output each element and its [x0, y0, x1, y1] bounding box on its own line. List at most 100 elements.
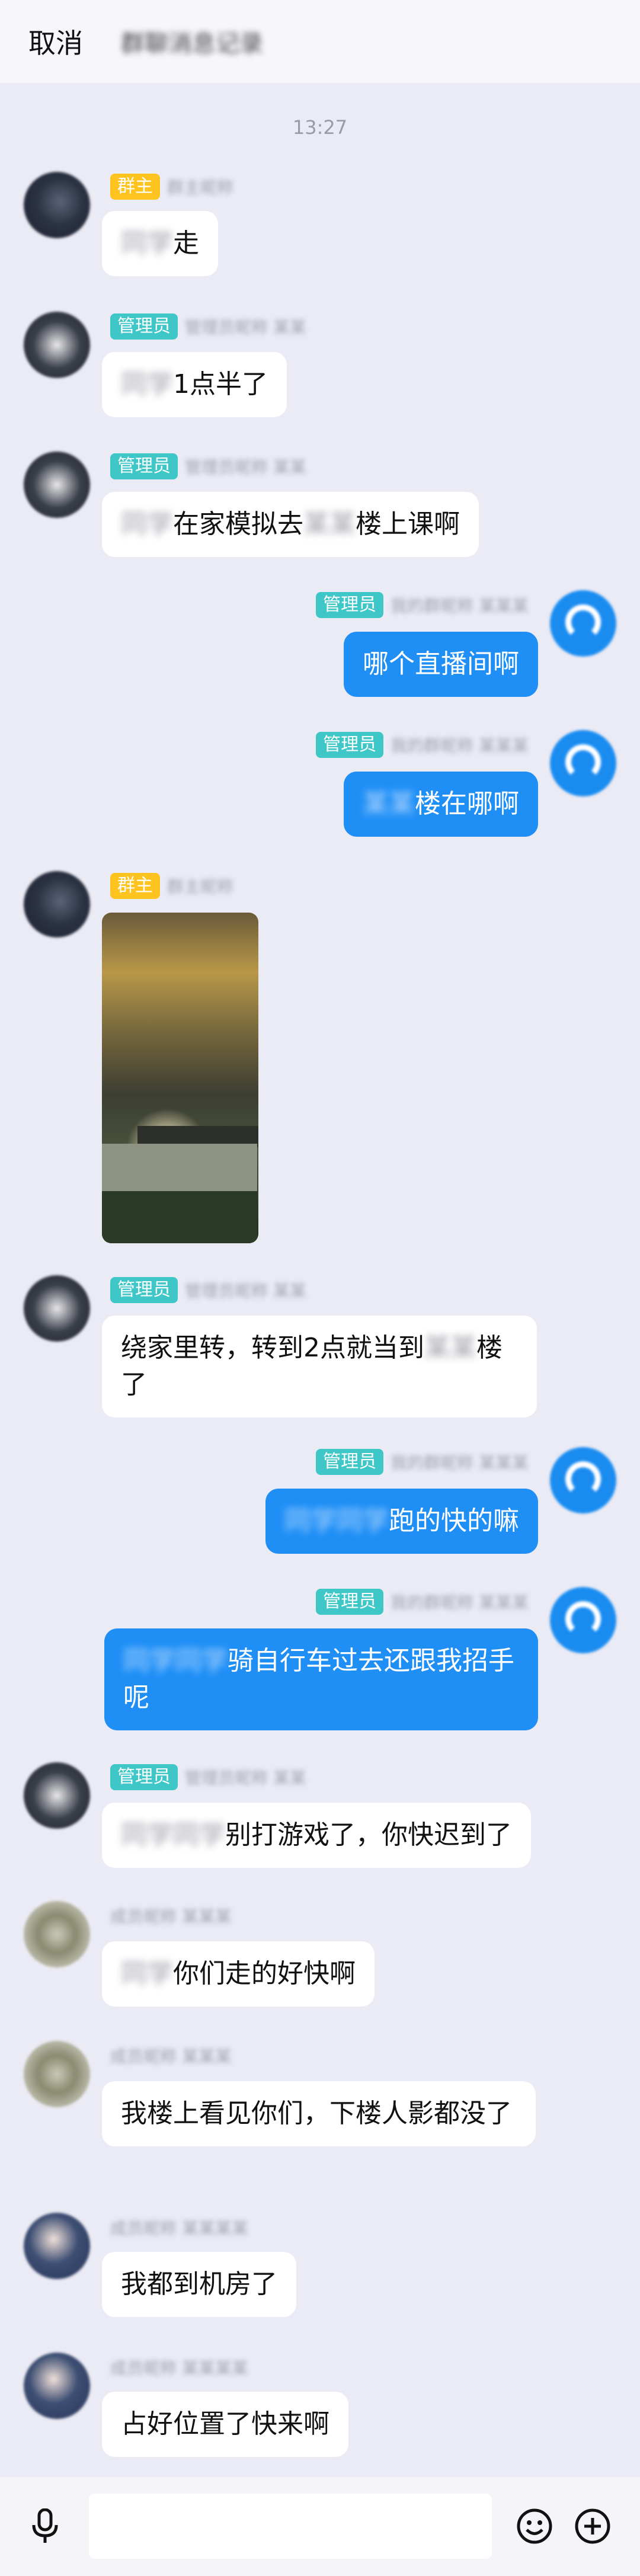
sender-meta: 成员昵称 某某某某	[110, 2214, 255, 2241]
admin-badge: 管理员	[110, 1277, 178, 1303]
admin-badge: 管理员	[316, 732, 384, 758]
message-text: 我楼上看见你们，下楼人影都没了	[121, 2098, 512, 2129]
sender-nickname: 我的群昵称 某某某	[391, 1593, 529, 1612]
plus-icon[interactable]	[569, 2503, 616, 2550]
sender-meta: 成员昵称 某某某某	[110, 2354, 255, 2381]
sender-nickname: 群主昵称	[167, 877, 234, 897]
message-timestamp: 13:27	[292, 116, 348, 139]
message-bubble[interactable]: 同学在家模拟去某某楼上课啊	[102, 492, 479, 557]
message-bubble[interactable]: 同学同学跑的快的嘛	[265, 1489, 538, 1554]
message-input[interactable]	[89, 2494, 492, 2559]
microphone-icon[interactable]	[21, 2503, 69, 2550]
sender-meta: 管理员 我的群昵称 某某某	[316, 1448, 536, 1476]
message-bubble[interactable]: 同学同学骑自行车过去还跟我招手呢	[104, 1628, 538, 1730]
admin-badge: 管理员	[110, 313, 178, 340]
message-bubble[interactable]: 绕家里转，转到2点就当到某某楼了	[102, 1316, 537, 1417]
cancel-button[interactable]: 取消	[28, 22, 83, 61]
photo-plaza	[102, 1144, 257, 1191]
message-bubble[interactable]: 同学你们走的好快啊	[102, 1941, 375, 2007]
chat-title: 群聊消息记录	[121, 30, 263, 57]
sender-meta: 管理员 管理员昵称 某某	[110, 313, 313, 340]
message-bubble[interactable]: 我楼上看见你们，下楼人影都没了	[102, 2081, 536, 2146]
message-blurred-text: 同学同学	[121, 1820, 225, 1850]
sender-nickname: 成员昵称 某某某某	[110, 2219, 248, 2238]
message-photo[interactable]	[102, 913, 258, 1243]
message-bubble[interactable]: 同学同学别打游戏了，你快迟到了	[102, 1803, 531, 1868]
admin-badge: 管理员	[316, 1449, 384, 1475]
message-blurred-text: 同学同学	[123, 1646, 228, 1676]
message-bubble[interactable]: 我都到机房了	[102, 2252, 296, 2317]
admin-badge: 管理员	[316, 592, 384, 618]
message-text: 我都到机房了	[121, 2269, 277, 2299]
message-blurred-text: 某某	[424, 1333, 476, 1363]
message-blurred-text: 同学	[121, 228, 173, 258]
message-blurred-text: 同学	[121, 369, 173, 399]
admin-badge: 管理员	[110, 1764, 178, 1790]
sender-meta: 成员昵称 某某某	[110, 1902, 239, 1929]
sender-nickname: 管理员昵称 某某	[185, 457, 306, 477]
input-bar	[0, 2477, 640, 2576]
avatar[interactable]	[24, 312, 90, 378]
avatar[interactable]	[24, 452, 90, 518]
message-text: 别打游戏了，你快迟到了	[225, 1820, 512, 1850]
sender-nickname: 成员昵称 某某某	[110, 2047, 232, 2066]
photo-hedge	[102, 1191, 257, 1243]
message-text: 绕家里转，转到2点就当到	[121, 1333, 424, 1363]
avatar[interactable]	[24, 2213, 90, 2279]
avatar[interactable]	[24, 1901, 90, 1967]
owner-badge: 群主	[110, 873, 160, 899]
avatar[interactable]	[24, 1275, 90, 1342]
avatar[interactable]	[24, 2041, 90, 2107]
sender-meta: 群主 群主昵称	[110, 173, 241, 200]
message-text: 楼上课啊	[356, 509, 460, 539]
message-blurred-text: 某某	[303, 509, 356, 539]
sender-meta: 管理员 我的群昵称 某某某	[316, 731, 536, 759]
sender-nickname: 群主昵称	[167, 178, 234, 197]
sender-nickname: 我的群昵称 某某某	[391, 736, 529, 756]
message-text: 在家模拟去	[173, 509, 303, 539]
message-bubble[interactable]: 同学走	[102, 211, 218, 276]
admin-badge: 管理员	[110, 453, 178, 479]
top-bar: 取消 群聊消息记录	[0, 0, 640, 83]
avatar[interactable]	[24, 2353, 90, 2419]
owner-badge: 群主	[110, 174, 160, 200]
message-text: 占好位置了快来啊	[121, 2409, 329, 2439]
message-text: 哪个直播间啊	[363, 649, 519, 679]
avatar[interactable]	[24, 172, 90, 238]
message-blurred-text: 同学	[121, 1959, 173, 1989]
message-text: 1点半了	[173, 369, 268, 399]
sender-meta: 管理员 管理员昵称 某某	[110, 1764, 313, 1791]
message-text: 走	[173, 228, 199, 258]
sender-nickname: 成员昵称 某某某某	[110, 2359, 248, 2378]
message-blurred-text: 某某	[363, 789, 415, 819]
admin-badge: 管理员	[316, 1589, 384, 1615]
avatar[interactable]	[24, 871, 90, 937]
sender-nickname: 管理员昵称 某某	[185, 1281, 306, 1301]
my-avatar[interactable]	[550, 1587, 616, 1653]
sender-nickname: 我的群昵称 某某某	[391, 1453, 529, 1473]
message-text: 跑的快的嘛	[389, 1506, 519, 1536]
message-bubble[interactable]: 占好位置了快来啊	[102, 2392, 348, 2457]
avatar[interactable]	[24, 1762, 90, 1829]
sender-meta: 群主 群主昵称	[110, 872, 241, 900]
message-bubble[interactable]: 某某楼在哪啊	[344, 772, 538, 837]
sender-nickname: 管理员昵称 某某	[185, 318, 306, 337]
my-avatar[interactable]	[550, 730, 616, 796]
sender-nickname: 我的群昵称 某某某	[391, 596, 529, 616]
sender-meta: 成员昵称 某某某	[110, 2042, 239, 2069]
message-bubble[interactable]: 同学1点半了	[102, 352, 287, 417]
sender-nickname: 管理员昵称 某某	[185, 1768, 306, 1788]
my-avatar[interactable]	[550, 1447, 616, 1513]
message-blurred-text: 同学	[121, 509, 173, 539]
sender-meta: 管理员 管理员昵称 某某	[110, 1276, 313, 1304]
message-text: 楼在哪啊	[415, 789, 519, 819]
sender-meta: 管理员 我的群昵称 某某某	[316, 1588, 536, 1615]
message-text: 你们走的好快啊	[173, 1959, 356, 1989]
message-bubble[interactable]: 哪个直播间啊	[344, 632, 538, 697]
message-blurred-text: 同学同学	[284, 1506, 389, 1536]
emoji-icon[interactable]	[511, 2503, 558, 2550]
sender-nickname: 成员昵称 某某某	[110, 1907, 232, 1927]
sender-meta: 管理员 我的群昵称 某某某	[316, 591, 536, 619]
my-avatar[interactable]	[550, 590, 616, 657]
sender-meta: 管理员 管理员昵称 某某	[110, 453, 313, 480]
